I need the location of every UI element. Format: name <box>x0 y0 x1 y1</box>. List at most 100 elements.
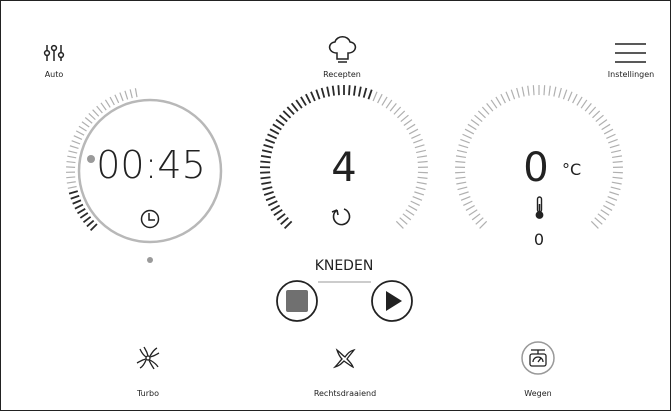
temperature-tick <box>563 90 566 99</box>
speed-tick <box>261 177 271 178</box>
auto-label[interactable]: Auto <box>31 70 77 79</box>
temperature-tick <box>610 145 620 148</box>
temperature-tick <box>501 94 506 103</box>
temperature-tick <box>478 111 485 118</box>
temperature-tick <box>606 134 615 138</box>
direction-label[interactable]: Rechtsdraaiend <box>295 389 395 398</box>
speed-tick <box>406 210 414 216</box>
timer-tick <box>80 213 87 218</box>
blade-icon[interactable] <box>335 350 354 367</box>
temperature-tick <box>554 87 556 97</box>
speed-tick <box>390 103 396 111</box>
speed-tick <box>274 210 282 216</box>
settings-label[interactable]: Instellingen <box>599 70 663 79</box>
timer-tick <box>66 177 75 178</box>
stop-icon <box>286 290 308 312</box>
timer-tick <box>125 91 128 100</box>
speed-tick <box>403 214 411 220</box>
temperature-tick <box>522 87 524 97</box>
temperature-value: 0 <box>516 144 556 192</box>
scale-button[interactable] <box>522 342 554 374</box>
timer-tick <box>97 106 103 113</box>
cooking-app-screen: { "top_bar": { "auto_label": "Auto", "re… <box>0 0 671 411</box>
stop-button[interactable] <box>277 281 317 321</box>
timer-tick <box>67 156 76 158</box>
temperature-tick <box>612 182 622 184</box>
speed-tick <box>338 85 339 95</box>
speed-tick <box>316 90 319 99</box>
speed-tick <box>327 87 329 97</box>
temperature-tick <box>592 111 599 118</box>
dial-graphics <box>1 1 671 412</box>
temperature-tick <box>455 161 465 162</box>
temperature-tick <box>606 201 615 205</box>
speed-tick <box>413 139 422 143</box>
speed-tick <box>396 221 403 228</box>
speed-tick <box>409 129 418 134</box>
temperature-tick <box>463 134 472 138</box>
speed-tick <box>413 197 422 201</box>
temperature-tick <box>458 187 468 189</box>
temperature-tick <box>589 107 596 114</box>
menu-icon[interactable] <box>615 44 646 62</box>
speed-tick <box>407 124 415 129</box>
recipes-label[interactable]: Recepten <box>312 70 372 79</box>
weigh-label[interactable]: Wegen <box>513 389 563 398</box>
page-indicator-dot <box>147 257 153 263</box>
speed-tick <box>414 192 424 195</box>
temperature-tick <box>528 86 529 96</box>
timer-tick <box>69 191 78 193</box>
turbo-icon[interactable] <box>137 347 159 369</box>
speed-tick <box>411 201 420 205</box>
temperature-tick <box>457 150 467 152</box>
speed-tick <box>261 182 271 184</box>
timer-tick <box>79 126 87 131</box>
speed-tick <box>417 182 427 184</box>
temperature-tick <box>471 120 479 126</box>
timer-tick <box>74 136 82 140</box>
temperature-tick <box>487 103 493 111</box>
timer-tick <box>70 146 79 149</box>
temperature-tick <box>517 88 520 98</box>
timer-tick <box>130 89 132 98</box>
thermometer-icon <box>536 197 542 218</box>
speed-tick <box>273 124 281 129</box>
turbo-label[interactable]: Turbo <box>123 389 173 398</box>
timer-tick <box>110 97 114 105</box>
temperature-tick <box>591 221 598 228</box>
temperature-tick <box>469 210 477 216</box>
speed-tick <box>368 90 371 99</box>
speed-tick <box>373 92 377 101</box>
temperature-tick <box>612 156 622 158</box>
temperature-tick <box>456 156 466 158</box>
chef-hat-icon[interactable] <box>330 37 356 62</box>
speed-tick <box>418 177 428 178</box>
temperature-tick <box>601 210 609 216</box>
play-button[interactable] <box>372 281 412 321</box>
speed-tick <box>408 206 417 211</box>
timer-tick <box>85 118 92 124</box>
temperature-tick <box>581 100 587 108</box>
timer-tick <box>75 205 83 209</box>
temperature-tick <box>598 214 606 220</box>
speed-tick <box>416 187 426 189</box>
temperature-tick <box>609 192 619 195</box>
speed-tick <box>264 145 274 148</box>
speed-tick <box>261 156 271 158</box>
temperature-tick <box>595 218 603 225</box>
speed-tick <box>268 134 277 138</box>
sliders-icon[interactable] <box>45 45 64 61</box>
speed-tick <box>378 94 383 103</box>
speed-tick <box>418 161 428 162</box>
temperature-sub-value: 0 <box>521 229 557 251</box>
temperature-tick <box>475 115 483 121</box>
speed-tick <box>260 161 270 162</box>
speed-tick <box>262 150 272 152</box>
speed-tick <box>271 206 280 211</box>
timer-tick <box>72 141 80 144</box>
speed-tick <box>394 107 401 114</box>
temperature-tick <box>511 90 514 99</box>
speed-tick <box>301 97 306 106</box>
speed-tick <box>276 120 284 126</box>
speed-tick <box>404 120 412 126</box>
